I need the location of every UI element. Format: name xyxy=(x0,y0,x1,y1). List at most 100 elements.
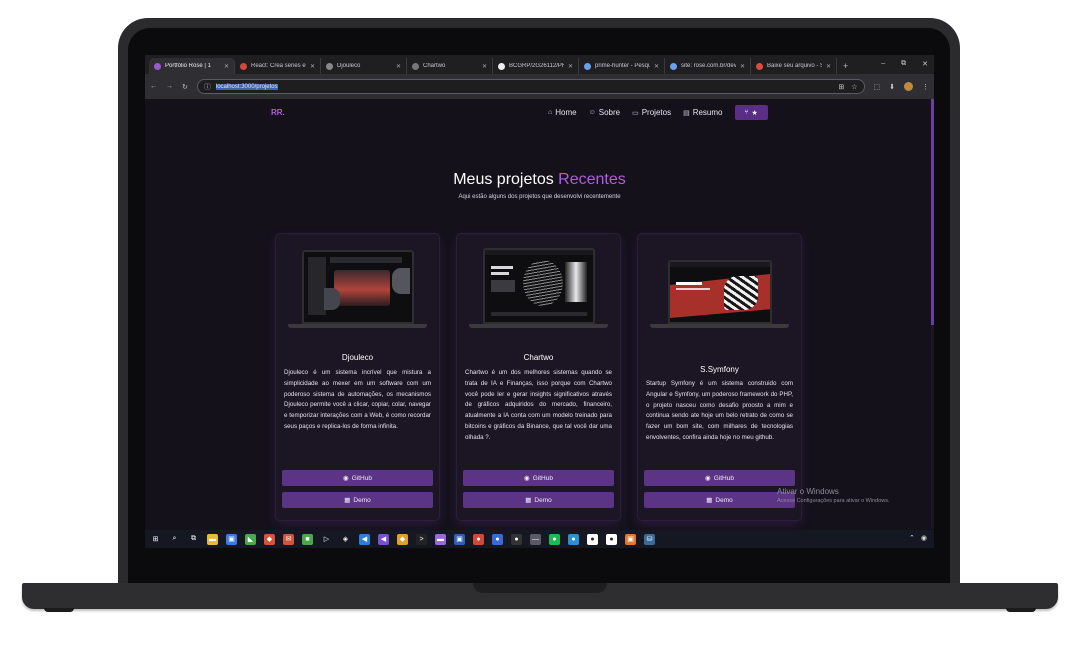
project-screenshot xyxy=(288,240,427,336)
portfolio-page: RR. ⌂ Home ☺ Sobre ▭ Projetos ▤ Resumo ⑂ ★ M… xyxy=(145,99,934,530)
profile-avatar[interactable] xyxy=(904,82,913,91)
vscode-icon[interactable]: ◀ xyxy=(359,533,370,545)
github-star-button[interactable]: ⑂ ★ xyxy=(734,105,768,120)
browser-tab[interactable]: BCGRP/2G26112/PHC ✕ xyxy=(493,58,579,74)
favicon-icon xyxy=(498,62,505,70)
close-tab-icon[interactable]: ✕ xyxy=(310,63,315,70)
minimize-icon[interactable]: – xyxy=(881,60,885,68)
cube-icon[interactable]: ■ xyxy=(302,533,313,545)
file-explorer-icon[interactable]: ▬ xyxy=(207,533,218,545)
back-icon[interactable]: ← xyxy=(150,83,157,90)
cast-icon[interactable]: ⊞ xyxy=(838,83,844,91)
close-tab-icon[interactable]: ✕ xyxy=(568,63,573,70)
github-button[interactable]: ◉ GitHub xyxy=(282,470,433,486)
folder-icon[interactable]: ▬ xyxy=(435,533,446,545)
github-icon: ◉ xyxy=(524,475,530,482)
browser-tab[interactable]: Chartwo ✕ xyxy=(407,58,493,74)
demo-icon: ▦ xyxy=(525,497,532,504)
menu-kebab-icon[interactable]: ⋮ xyxy=(922,83,929,91)
bluebird-icon[interactable]: ● xyxy=(568,533,579,545)
postgres-icon[interactable]: ⛁ xyxy=(644,533,655,545)
spotify-icon[interactable]: ● xyxy=(549,533,560,545)
bookmark-star-icon[interactable]: ☆ xyxy=(851,83,857,91)
terminal-icon[interactable]: > xyxy=(416,533,427,545)
home-icon: ⌂ xyxy=(548,109,553,116)
tray-app-icon[interactable]: ◉ xyxy=(921,534,927,542)
page-scrollbar[interactable] xyxy=(931,99,934,529)
address-bar[interactable]: ⓘ localhost:3000/projetos ⊞ ☆ xyxy=(196,79,865,94)
close-window-icon[interactable]: ✕ xyxy=(922,60,928,68)
browser-tab[interactable]: Djouleco ✕ xyxy=(321,58,407,74)
nvidia-icon[interactable]: ◣ xyxy=(245,533,256,545)
chrome-icon[interactable]: ● xyxy=(473,533,484,545)
favicon-icon xyxy=(670,62,677,70)
visual-studio-icon[interactable]: ◀ xyxy=(378,533,389,545)
close-tab-icon[interactable]: ✕ xyxy=(224,63,229,70)
tab-title: Baixe seu arquivo - Sm xyxy=(767,63,822,69)
browser-tab[interactable]: prime-hunter - Pesquisa ✕ xyxy=(579,58,665,74)
steam-icon[interactable]: ● xyxy=(587,533,598,545)
demo-button[interactable]: ▦ Demo xyxy=(282,492,433,508)
download-icon[interactable]: ⬇ xyxy=(889,83,895,91)
project-card-chartwo: Chartwo Chartwo é um dos melhores sistem… xyxy=(457,234,620,520)
fork-icon: ⑂ xyxy=(744,109,749,116)
site-logo[interactable]: RR. xyxy=(271,108,285,117)
project-description: Startup Symfony é um sistema construido … xyxy=(646,380,793,441)
windows-activation-watermark: Ativar o Windows Acesse Configurações pa… xyxy=(777,487,890,504)
site-info-icon[interactable]: ⓘ xyxy=(204,82,211,92)
nav-sobre-link[interactable]: ☺ Sobre xyxy=(589,108,621,117)
projects-icon: ▭ xyxy=(632,109,639,117)
circle-white-icon[interactable]: ● xyxy=(606,533,617,545)
close-tab-icon[interactable]: ✕ xyxy=(740,63,745,70)
browser-tab[interactable]: Baixe seu arquivo - Sm ✕ xyxy=(751,58,837,74)
mail-icon[interactable]: ✉ xyxy=(283,533,294,545)
store-icon[interactable]: ▣ xyxy=(226,533,237,545)
forward-icon[interactable]: → xyxy=(166,83,173,90)
layers-icon[interactable]: ◆ xyxy=(397,533,408,545)
github-button[interactable]: ◉ GitHub xyxy=(463,470,614,486)
tray-chevron-icon[interactable]: ⌃ xyxy=(909,534,915,542)
favicon-icon xyxy=(412,62,419,70)
nav-projetos-link[interactable]: ▭ Projetos xyxy=(632,108,671,117)
windows-taskbar: ⊞ ⌕ ⧉ ▬ ▣ ◣ ◆ ✉ ■ ▷ ◈ ◀ ◀ ◆ > ▬ ▣ ● ● ● — ● ● ● ● ▣ ⛁ ⌃ ◉ xyxy=(145,530,934,548)
close-tab-icon[interactable]: ✕ xyxy=(396,63,401,70)
github-icon: ◉ xyxy=(705,475,711,482)
github-button[interactable]: ◉ GitHub xyxy=(644,470,795,486)
nav-resumo-link[interactable]: ▤ Resumo xyxy=(683,108,722,117)
window-controls: – ⧉ ✕ xyxy=(881,60,928,68)
browser-tab[interactable]: React: Crea series e mais... ✕ xyxy=(235,58,321,74)
triangle-icon[interactable]: ▷ xyxy=(321,533,332,545)
task-view-icon[interactable]: ⧉ xyxy=(188,533,199,545)
windows-start-icon[interactable]: ⊞ xyxy=(150,533,161,545)
app-red-icon[interactable]: ◆ xyxy=(264,533,275,545)
vs-code-blue-icon[interactable]: ▣ xyxy=(454,533,465,545)
nav-home-link[interactable]: ⌂ Home xyxy=(548,108,577,117)
project-title: Djouleco xyxy=(341,353,374,362)
github-icon[interactable]: ● xyxy=(511,533,522,545)
url-text[interactable]: localhost:3000/projetos xyxy=(215,83,278,90)
new-tab-button[interactable]: + xyxy=(837,58,854,74)
close-tab-icon[interactable]: ✕ xyxy=(826,63,831,70)
browser-tab[interactable]: site: rose.com.br/dev ✕ xyxy=(665,58,751,74)
unity-icon[interactable]: ◈ xyxy=(340,533,351,545)
orange-app-icon[interactable]: ▣ xyxy=(625,533,636,545)
close-tab-icon[interactable]: ✕ xyxy=(654,63,659,70)
favicon-icon xyxy=(240,62,247,70)
edge-icon[interactable]: ● xyxy=(492,533,503,545)
close-tab-icon[interactable]: ✕ xyxy=(482,63,487,70)
demo-button[interactable]: ▦ Demo xyxy=(463,492,614,508)
browser-tab[interactable]: Portfólio Rose | 1 ✕ xyxy=(149,58,235,74)
favicon-icon xyxy=(154,62,161,70)
scrollbar-thumb[interactable] xyxy=(931,99,934,325)
project-description: Chartwo é um dos melhores sistemas quand… xyxy=(465,369,612,441)
maximize-icon[interactable]: ⧉ xyxy=(901,60,906,68)
search-icon[interactable]: ⌕ xyxy=(169,533,180,545)
star-icon: ★ xyxy=(751,109,758,117)
extensions-icon[interactable]: ⬚ xyxy=(874,83,881,91)
demo-button[interactable]: ▦ Demo xyxy=(644,492,795,508)
project-card-ssymfony: S.Symfony Startup Symfony é um sistema c… xyxy=(638,234,801,520)
mockup-base xyxy=(288,324,427,328)
reload-icon[interactable]: ↻ xyxy=(182,83,188,91)
tab-title: prime-hunter - Pesquisa xyxy=(595,63,650,69)
dash-icon[interactable]: — xyxy=(530,533,541,545)
